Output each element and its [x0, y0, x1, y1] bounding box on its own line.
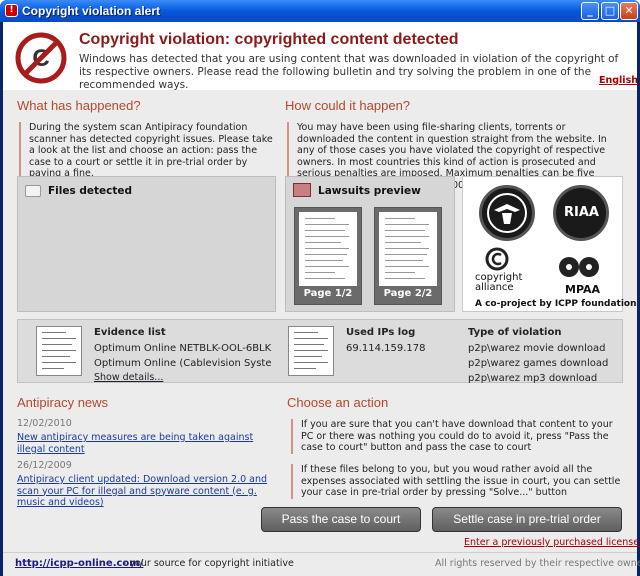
minimize-button[interactable]: _ — [581, 2, 599, 20]
action-option-1: If you are sure that you can't have down… — [291, 419, 621, 454]
evidence-box: Evidence list Optimum Online NETBLK-OOL-… — [17, 319, 623, 384]
license-code-link[interactable]: Enter a previously purchased license cod… — [464, 537, 640, 548]
violation-item: p2p\warez mp3 download — [468, 373, 598, 384]
ip-log-document-icon[interactable] — [288, 326, 334, 376]
violation-item: p2p\warez games download — [468, 358, 609, 369]
eagle-seal-icon — [479, 185, 535, 241]
news-link[interactable]: Antipiracy client updated: Download vers… — [17, 474, 277, 509]
maximize-button[interactable]: □ — [601, 2, 619, 20]
mpaa-label: MPAA — [565, 283, 601, 296]
pass-to-court-button[interactable]: Pass the case to court — [261, 507, 421, 532]
lawsuits-panel: Lawsuits preview Page 1/2 Page 2/2 — [285, 176, 455, 312]
maximize-icon: □ — [604, 4, 616, 17]
lawsuit-page-1[interactable]: Page 1/2 — [294, 207, 362, 305]
footer-tagline: - your source for copyright initiative — [123, 558, 294, 569]
header: C Copyright violation: copyrighted conte… — [3, 22, 638, 91]
how-happen-heading: How could it happen? — [285, 98, 411, 113]
copyright-alliance-label: copyright alliance — [475, 272, 523, 293]
document-icon — [299, 212, 357, 286]
lawsuits-title: Lawsuits preview — [318, 185, 421, 197]
news-date: 26/12/2009 — [17, 460, 72, 471]
seals-panel: RIAA copyright alliance MPAA A co-projec… — [462, 176, 637, 312]
close-button[interactable]: ✕ — [620, 2, 638, 20]
evidence-heading: Evidence list — [94, 327, 166, 338]
window-client: C Copyright violation: copyrighted conte… — [3, 22, 640, 576]
page-title: Copyright violation: copyrighted content… — [79, 31, 459, 48]
seals-caption: A co-project by ICPP foundation — [475, 299, 637, 309]
folder-icon — [25, 185, 41, 197]
title-bar[interactable]: ! Copyright violation alert _ □ ✕ — [0, 0, 640, 22]
alert-window: ! Copyright violation alert _ □ ✕ C Copy… — [0, 0, 640, 576]
action-heading: Choose an action — [287, 395, 389, 410]
film-reel-icon — [559, 257, 599, 277]
language-link[interactable]: English — [599, 75, 638, 86]
close-icon: ✕ — [624, 4, 634, 17]
ip-item: 69.114.159.178 — [346, 343, 426, 354]
show-details-link[interactable]: Show details... — [94, 372, 163, 383]
evidence-document-icon[interactable] — [36, 326, 82, 376]
files-detected-title: Files detected — [48, 185, 133, 197]
header-text: Windows has detected that you are using … — [79, 53, 619, 91]
news-link[interactable]: New antipiracy measures are being taken … — [17, 432, 277, 455]
news-heading: Antipiracy news — [17, 395, 109, 410]
action-option-2: If these files belong to you, but you wo… — [291, 464, 621, 499]
lawsuit-page-2[interactable]: Page 2/2 — [374, 207, 442, 305]
ips-heading: Used IPs log — [346, 327, 416, 338]
evidence-item: Optimum Online NETBLK-OOL-6BLK (NET-6 — [94, 343, 272, 354]
what-happened-heading: What has happened? — [17, 98, 141, 113]
footer-copyright: All rights reserved by their respective … — [435, 558, 640, 569]
evidence-item: Optimum Online (Cablevision Systems) OO — [94, 358, 272, 369]
violation-heading: Type of violation — [468, 327, 562, 338]
what-happened-text: During the system scan Antipiracy founda… — [19, 122, 277, 180]
document-icon — [379, 212, 437, 286]
news-date: 12/02/2010 — [17, 418, 72, 429]
minimize-icon: _ — [587, 4, 593, 17]
page-label: Page 2/2 — [383, 288, 433, 299]
no-copyright-icon: C — [15, 32, 67, 84]
briefcase-icon — [293, 183, 311, 197]
violation-item: p2p\warez movie download — [468, 343, 606, 354]
files-detected-panel: Files detected — [17, 176, 276, 312]
window-title: Copyright violation alert — [22, 4, 161, 18]
page-label: Page 1/2 — [303, 288, 353, 299]
riaa-seal-icon: RIAA — [553, 185, 609, 241]
copyright-alliance-icon — [485, 247, 509, 271]
settle-case-button[interactable]: Settle case in pre-trial order — [432, 507, 622, 532]
footer: http://icpp-online.com/ - your source fo… — [3, 552, 640, 576]
app-icon: ! — [5, 4, 18, 17]
